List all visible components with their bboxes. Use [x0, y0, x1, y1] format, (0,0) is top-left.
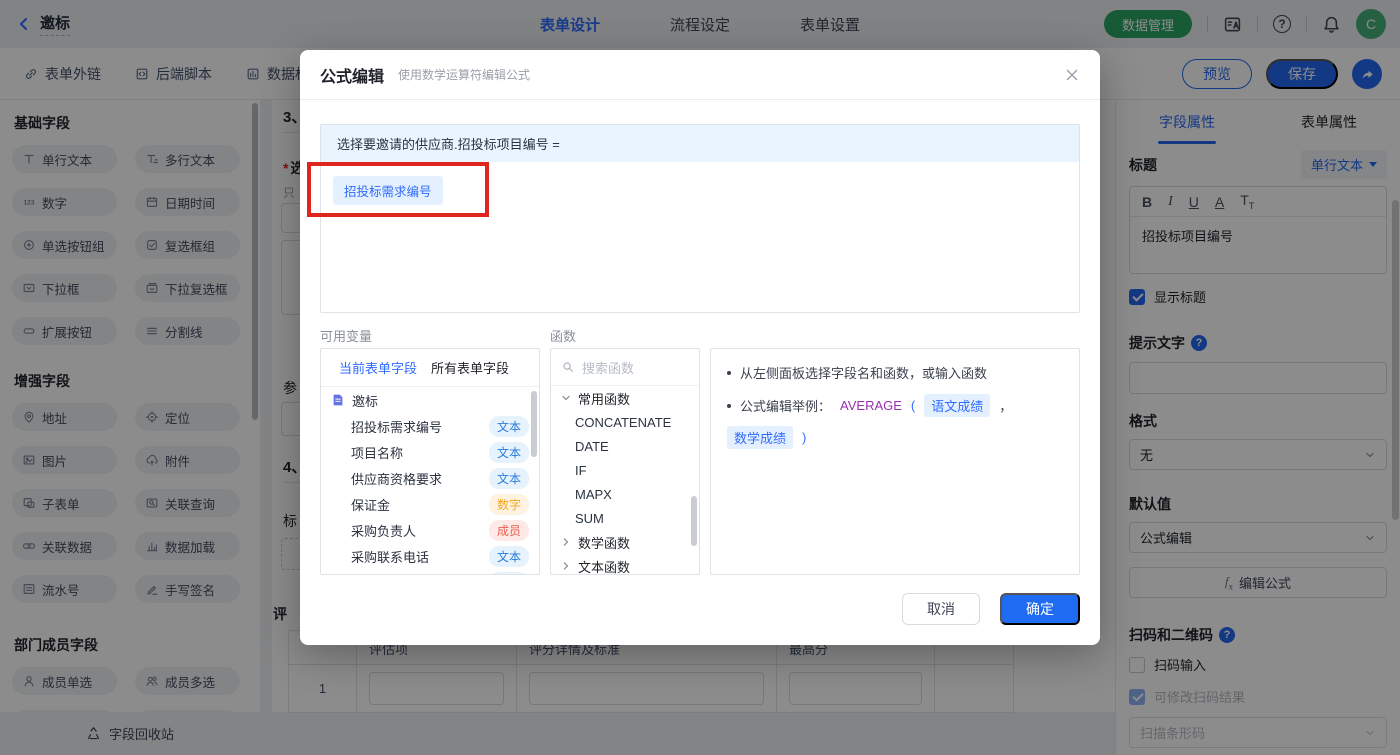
argument-chip[interactable]: 语文成绩 — [924, 394, 991, 417]
variables-scrollbar[interactable] — [531, 391, 537, 457]
variable-field-row[interactable]: 文本 — [321, 569, 539, 574]
search-icon — [561, 360, 575, 374]
form-node-label: 邀标 — [352, 393, 379, 409]
dialog-header: 公式编辑 使用数学运算符编辑公式 — [300, 50, 1100, 100]
formula-chip[interactable]: 招投标需求编号 — [333, 176, 443, 205]
tip-example-line: 公式编辑举例： AVERAGE ( 语文成绩 ， 数学成绩) — [727, 394, 1063, 449]
functions-scrollbar[interactable] — [691, 496, 697, 546]
type-badge: 文本 — [488, 545, 529, 567]
function-group[interactable]: 文本函数 — [551, 554, 699, 575]
caret-collapsed-icon — [559, 559, 573, 573]
function-group[interactable]: 数学函数 — [551, 530, 699, 554]
variables-tab-1[interactable]: 所有表单字段 — [431, 358, 509, 377]
variables-tree: 邀标 招投标需求编号 文本 项目名称 文本 供应商资格要求 文本 保证金 数字 采购负责人 成员 采购… — [321, 387, 539, 574]
function-name-text: AVERAGE — [840, 398, 902, 413]
functions-label: 函数 — [550, 329, 577, 344]
function-item[interactable]: MAPX — [551, 482, 699, 506]
variables-tab-0[interactable]: 当前表单字段 — [339, 358, 417, 377]
variable-field-row[interactable]: 采购负责人 成员 — [321, 517, 539, 543]
variable-field-row[interactable]: 招投标需求编号 文本 — [321, 413, 539, 439]
confirm-button[interactable]: 确定 — [1000, 593, 1080, 625]
variable-field-name: 采购联系电话 — [351, 549, 430, 565]
dialog-subtitle: 使用数学运算符编辑公式 — [398, 68, 531, 82]
variable-field-row[interactable]: 采购联系电话 文本 — [321, 543, 539, 569]
variables-tabs: 当前表单字段 所有表单字段 — [321, 349, 539, 387]
type-badge: 文本 — [488, 571, 529, 574]
function-item[interactable]: DATE — [551, 434, 699, 458]
bullet-icon — [727, 403, 731, 408]
type-badge: 成员 — [488, 519, 529, 541]
type-badge: 文本 — [488, 415, 529, 437]
close-icon[interactable] — [1064, 67, 1080, 83]
formula-target: 选择要邀请的供应商.招投标项目编号 = — [321, 125, 1079, 162]
caret-collapsed-icon — [559, 535, 573, 549]
argument-chip[interactable]: 数学成绩 — [727, 426, 794, 449]
app-window: 邀标 表单设计 流程设定 表单设置 数据管理 ? C 表单外链 后端脚本 数据权限 预览… — [0, 0, 1400, 755]
tips-panel: 从左侧面板选择字段名和函数，或输入函数 公式编辑举例： AVERAGE ( 语文成绩 ，… — [710, 348, 1080, 575]
close-paren: ) — [802, 430, 807, 445]
function-group-label: 文本函数 — [578, 559, 631, 575]
function-item[interactable]: CONCATENATE — [551, 410, 699, 434]
variable-field-name: 保证金 — [351, 497, 391, 513]
dialog-footer: 取消 确定 — [902, 593, 1080, 625]
formula-edit-dialog: 公式编辑 使用数学运算符编辑公式 选择要邀请的供应商.招投标项目编号 = 招投标… — [300, 50, 1100, 645]
function-item[interactable]: IF — [551, 458, 699, 482]
type-badge: 文本 — [488, 441, 529, 463]
form-doc-icon — [331, 393, 345, 407]
variable-field-row[interactable]: 供应商资格要求 文本 — [321, 465, 539, 491]
variable-field-row[interactable]: 项目名称 文本 — [321, 439, 539, 465]
tip-example-prefix: 公式编辑举例： — [740, 399, 832, 414]
cancel-button[interactable]: 取消 — [902, 593, 980, 625]
functions-panel: 搜索函数 常用函数 CONCATENATE DATE IF MAPX SUM 数学函数文本函… — [550, 348, 700, 575]
function-item[interactable]: SUM — [551, 506, 699, 530]
variables-label: 可用变量 — [320, 329, 373, 344]
variable-field-name: 招投标需求编号 — [351, 419, 443, 435]
argument-separator: ， — [999, 399, 1013, 414]
function-search-placeholder: 搜索函数 — [582, 360, 635, 376]
formula-editor[interactable]: 选择要邀请的供应商.招投标项目编号 = 招投标需求编号 — [320, 124, 1080, 313]
bullet-icon — [727, 370, 731, 375]
variable-field-name: 采购负责人 — [351, 523, 417, 539]
function-group-label: 常用函数 — [578, 391, 631, 407]
function-search[interactable]: 搜索函数 — [551, 349, 699, 386]
open-paren: ( — [910, 398, 916, 413]
caret-expanded-icon — [559, 391, 573, 405]
dialog-title: 公式编辑 — [320, 68, 385, 86]
function-group-label: 数学函数 — [578, 535, 631, 551]
tip-line: 从左侧面板选择字段名和函数，或输入函数 — [727, 363, 1063, 382]
type-badge: 数字 — [488, 493, 529, 515]
functions-tree: 常用函数 CONCATENATE DATE IF MAPX SUM 数学函数文本函数 — [551, 386, 699, 575]
function-group[interactable]: 常用函数 — [551, 386, 699, 410]
type-badge: 文本 — [488, 467, 529, 489]
variables-panel: 当前表单字段 所有表单字段 邀标 招投标需求编号 文本 项目名称 文本 供应商资格要求 文本保… — [320, 348, 540, 575]
form-node[interactable]: 邀标 — [321, 387, 539, 413]
variable-field-row[interactable]: 保证金 数字 — [321, 491, 539, 517]
variable-field-name: 项目名称 — [351, 445, 404, 461]
variable-field-name: 供应商资格要求 — [351, 471, 443, 487]
